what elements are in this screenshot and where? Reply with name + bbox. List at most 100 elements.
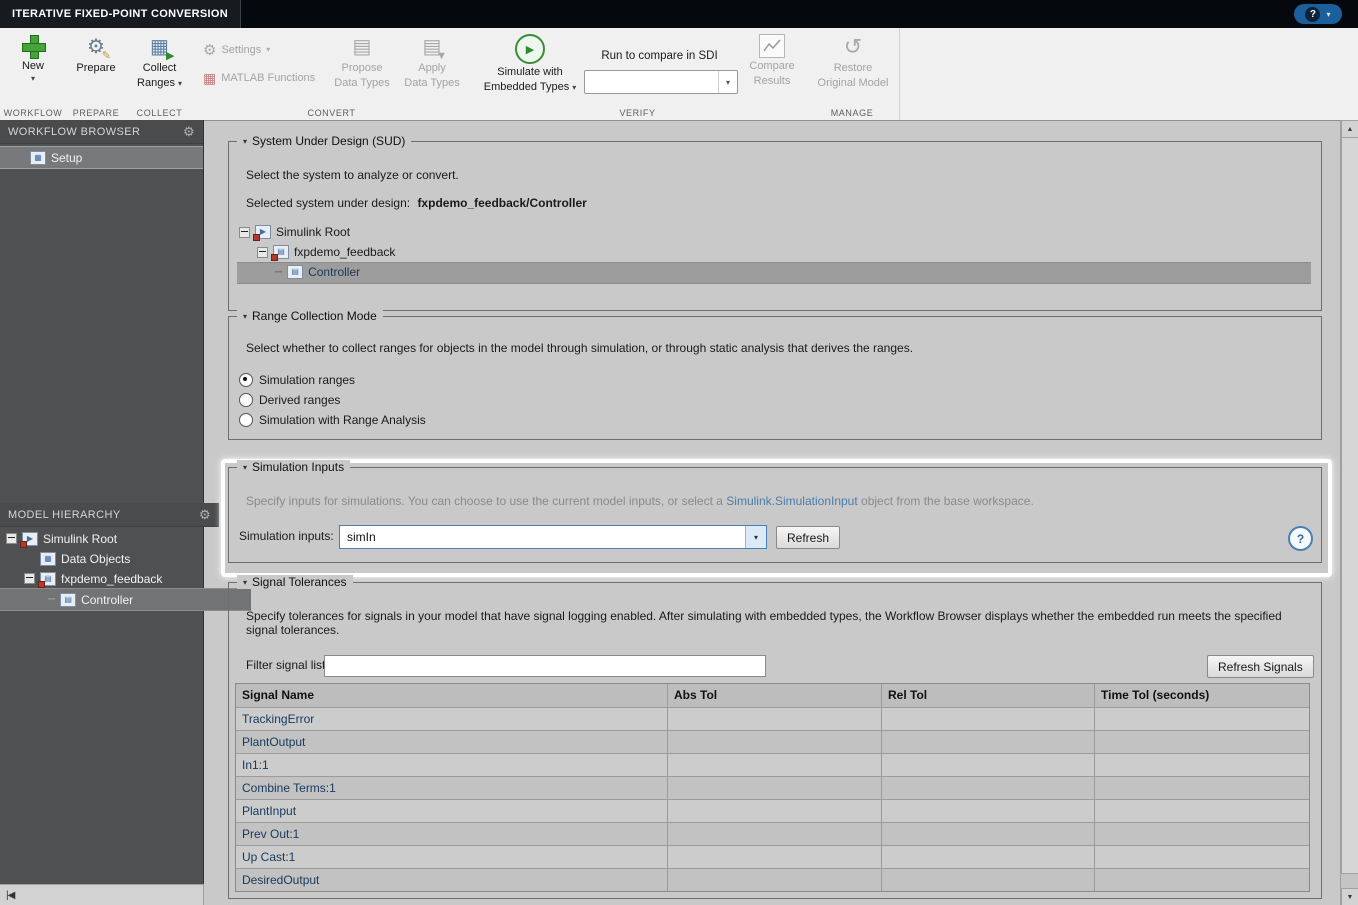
cell-time-tol[interactable] [1095,846,1309,869]
chevron-down-icon[interactable]: ▾ [745,526,766,548]
sud-tree-item-simulink-root[interactable]: ▶ Simulink Root [239,222,350,242]
collect-ranges-button[interactable]: ▦ ▶ Collect Ranges ▾ [132,34,187,90]
compare-results-chart-icon [759,34,785,58]
cell-abs-tol[interactable] [668,754,882,777]
cell-signal-name[interactable]: PlantOutput [236,731,668,754]
collapse-expander-icon[interactable] [239,226,250,238]
cell-rel-tol[interactable] [882,800,1095,823]
table-row[interactable]: PlantOutput [236,731,1309,754]
cell-rel-tol[interactable] [882,754,1095,777]
cell-signal-name[interactable]: Up Cast:1 [236,846,668,869]
compare-results-button[interactable]: Compare Results [742,34,802,88]
radio-icon[interactable] [239,373,253,387]
sud-tree-item-fxpdemo-feedback[interactable]: ▤ fxpdemo_feedback [257,242,395,262]
cell-rel-tol[interactable] [882,708,1095,731]
cell-signal-name[interactable]: DesiredOutput [236,869,668,891]
radio-icon[interactable] [239,413,253,427]
cell-signal-name[interactable]: PlantInput [236,800,668,823]
matlab-functions-button[interactable]: ▦ MATLAB Functions [203,68,315,88]
prepare-button[interactable]: ⚙ ✎ Prepare [73,34,119,75]
collapse-expander-icon[interactable] [24,573,35,584]
cell-rel-tol[interactable] [882,846,1095,869]
simulate-embedded-types-button[interactable]: ▶ Simulate with Embedded Types ▾ [478,34,582,94]
radio-simulation-range-analysis[interactable]: Simulation with Range Analysis [239,413,426,427]
cell-rel-tol[interactable] [882,869,1095,891]
sud-groupbox: ▾ System Under Design (SUD) Select the s… [228,134,1322,311]
run-to-compare-combobox[interactable]: ▾ [584,70,738,94]
tree-item-fxpdemo-feedback[interactable]: ▤ fxpdemo_feedback [0,568,227,589]
section-label-workflow: WORKFLOW [3,108,63,118]
cell-time-tol[interactable] [1095,777,1309,800]
tree-item-controller[interactable]: ─ ▤ Controller [0,588,251,611]
collapse-expander-icon[interactable] [6,533,17,544]
cell-time-tol[interactable] [1095,869,1309,891]
refresh-button[interactable]: Refresh [776,526,841,549]
collapse-section-icon[interactable]: ▾ [243,578,247,587]
collapse-sidebar-icon[interactable]: |◀ [6,890,15,901]
settings-button[interactable]: ⚙ Settings ▾ [203,40,270,60]
cell-time-tol[interactable] [1095,800,1309,823]
cell-time-tol[interactable] [1095,708,1309,731]
gear-icon: ⚙ [203,41,217,59]
restore-original-model-button[interactable]: ↺ Restore Original Model [815,34,891,90]
cell-signal-name[interactable]: Prev Out:1 [236,823,668,846]
simulation-inputs-combobox[interactable]: simIn ▾ [339,525,767,549]
column-header-rel-tol[interactable]: Rel Tol [882,684,1095,708]
cell-abs-tol[interactable] [668,731,882,754]
table-row[interactable]: DesiredOutput [236,869,1309,891]
collapse-expander-icon[interactable] [257,246,268,258]
section-label-verify: VERIFY [619,108,656,118]
tab-iterative-fixed-point-conversion[interactable]: ITERATIVE FIXED-POINT CONVERSION [0,0,241,28]
collapse-section-icon[interactable]: ▾ [243,137,247,146]
table-row[interactable]: In1:1 [236,754,1309,777]
cell-abs-tol[interactable] [668,708,882,731]
cell-abs-tol[interactable] [668,869,882,891]
cell-signal-name[interactable]: Combine Terms:1 [236,777,668,800]
column-header-signal-name[interactable]: Signal Name [236,684,668,708]
vertical-scrollbar[interactable]: ▲ ▼ [1340,120,1358,905]
cell-abs-tol[interactable] [668,846,882,869]
new-button[interactable]: New ▾ [10,34,56,83]
cell-time-tol[interactable] [1095,754,1309,777]
cell-time-tol[interactable] [1095,823,1309,846]
help-button[interactable]: ? ▾ [1294,4,1342,24]
table-row[interactable]: Prev Out:1 [236,823,1309,846]
table-row[interactable]: Combine Terms:1 [236,777,1309,800]
sud-tree-item-controller[interactable]: ─ ▤ Controller [275,262,360,282]
fixed-point-tool-window: ITERATIVE FIXED-POINT CONVERSION ? ▾ New… [0,0,1358,905]
propose-data-types-icon: ▤ [352,36,372,58]
cell-signal-name[interactable]: In1:1 [236,754,668,777]
propose-data-types-button[interactable]: ▤ Propose Data Types [329,34,395,90]
collapse-section-icon[interactable]: ▾ [243,312,247,321]
cell-abs-tol[interactable] [668,823,882,846]
scrollbar-thumb[interactable] [1341,137,1358,874]
cell-abs-tol[interactable] [668,800,882,823]
table-row[interactable]: PlantInput [236,800,1309,823]
gear-icon[interactable]: ⚙ [199,508,211,521]
chevron-down-icon[interactable]: ▾ [718,71,737,93]
restore-label-line1: Restore [833,62,873,74]
section-help-button[interactable]: ? [1288,526,1313,551]
radio-simulation-ranges[interactable]: Simulation ranges [239,373,355,387]
gear-icon[interactable]: ⚙ [183,125,195,138]
collapse-section-icon[interactable]: ▾ [243,463,247,472]
radio-icon[interactable] [239,393,253,407]
column-header-time-tol[interactable]: Time Tol (seconds) [1095,684,1309,708]
refresh-signals-button[interactable]: Refresh Signals [1207,655,1314,678]
scroll-down-button[interactable]: ▼ [1341,888,1358,905]
sidebar-item-setup[interactable]: ▦ Setup [0,146,203,169]
radio-derived-ranges[interactable]: Derived ranges [239,393,340,407]
cell-rel-tol[interactable] [882,731,1095,754]
apply-data-types-button[interactable]: ▤ ▼ Apply Data Types [399,34,465,90]
tree-item-data-objects[interactable]: ▦ Data Objects [0,548,243,569]
cell-rel-tol[interactable] [882,777,1095,800]
tree-item-simulink-root[interactable]: ▶ Simulink Root [0,528,209,549]
filter-signal-input[interactable] [324,655,766,677]
cell-abs-tol[interactable] [668,777,882,800]
cell-rel-tol[interactable] [882,823,1095,846]
table-row[interactable]: Up Cast:1 [236,846,1309,869]
cell-signal-name[interactable]: TrackingError [236,708,668,731]
column-header-abs-tol[interactable]: Abs Tol [668,684,882,708]
cell-time-tol[interactable] [1095,731,1309,754]
table-row[interactable]: TrackingError [236,708,1309,731]
